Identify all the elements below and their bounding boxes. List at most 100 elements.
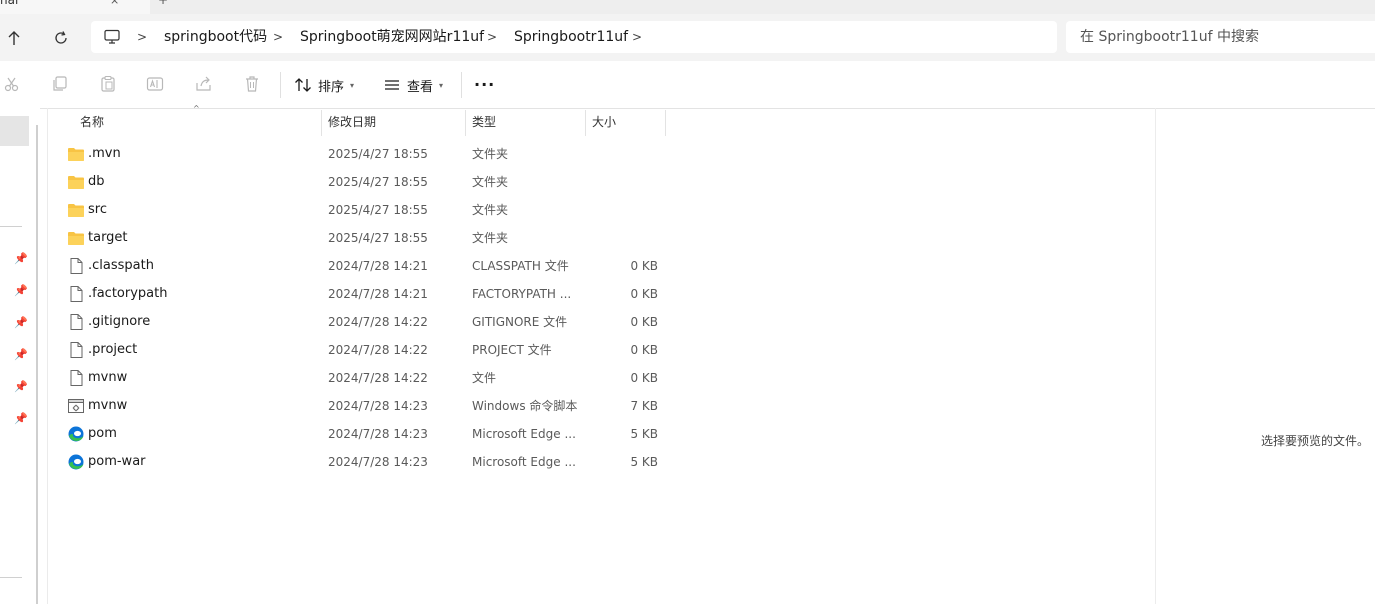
tab-strip: nal × + (0, 0, 1375, 14)
address-bar[interactable]: > springboot代码 > Springboot萌宠网网站r11uf > … (91, 21, 1057, 53)
file-row[interactable]: src 2025/4/27 18:55 文件夹 (60, 196, 670, 224)
file-type: Microsoft Edge ... (472, 455, 576, 469)
address-bar-row: > springboot代码 > Springboot萌宠网网站r11uf > … (0, 14, 1375, 61)
file-row[interactable]: pom 2024/7/28 14:23 Microsoft Edge ... 5… (60, 420, 670, 448)
column-header-modified[interactable]: 修改日期 (328, 108, 376, 136)
file-name: pom-war (88, 454, 146, 469)
file-name: .mvn (88, 146, 121, 161)
edge-icon (68, 426, 84, 442)
file-row[interactable]: mvnw 2024/7/28 14:23 Windows 命令脚本 7 KB (60, 392, 670, 420)
file-row[interactable]: .factorypath 2024/7/28 14:21 FACTORYPATH… (60, 280, 670, 308)
sort-ascending-icon: ^ (193, 104, 200, 113)
preview-empty-text: 选择要预览的文件。 (1261, 434, 1370, 448)
file-name: db (88, 174, 105, 189)
file-modified: 2024/7/28 14:22 (328, 315, 428, 329)
share-icon[interactable] (192, 72, 216, 96)
file-modified: 2024/7/28 14:22 (328, 343, 428, 357)
chevron-down-icon: ▾ (439, 80, 444, 90)
file-name: mvnw (88, 398, 128, 413)
folder-icon (68, 176, 84, 189)
file-size: 0 KB (630, 315, 658, 329)
edge-icon (68, 454, 84, 470)
column-divider[interactable] (321, 110, 322, 136)
file-row[interactable]: .project 2024/7/28 14:22 PROJECT 文件 0 KB (60, 336, 670, 364)
cut-icon[interactable] (0, 72, 24, 96)
pin-icon[interactable]: 📌 (14, 412, 28, 425)
file-type: 文件 (472, 371, 497, 385)
file-row[interactable]: pom-war 2024/7/28 14:23 Microsoft Edge .… (60, 448, 670, 476)
view-icon (385, 80, 399, 90)
file-row[interactable]: mvnw 2024/7/28 14:22 文件 0 KB (60, 364, 670, 392)
file-row[interactable]: db 2025/4/27 18:55 文件夹 (60, 168, 670, 196)
copy-icon[interactable] (48, 72, 72, 96)
breadcrumb-item[interactable]: Springbootr11uf (514, 21, 628, 53)
file-type: GITIGNORE 文件 (472, 315, 568, 329)
view-button[interactable]: 查看 ▾ (383, 71, 443, 99)
file-modified: 2025/4/27 18:55 (328, 175, 428, 189)
file-size: 0 KB (630, 343, 658, 357)
breadcrumb-item[interactable]: springboot代码 (164, 21, 267, 53)
chevron-right-icon[interactable]: > (487, 21, 497, 53)
file-type: Microsoft Edge ... (472, 427, 576, 441)
search-box[interactable] (1066, 21, 1375, 53)
pin-icon[interactable]: 📌 (14, 348, 28, 361)
file-icon (70, 286, 83, 302)
file-size: 5 KB (630, 427, 658, 441)
refresh-icon (55, 30, 67, 44)
file-icon (70, 342, 83, 358)
file-row[interactable]: .mvn 2025/4/27 18:55 文件夹 (60, 140, 670, 168)
file-type: 文件夹 (472, 147, 509, 161)
file-modified: 2024/7/28 14:22 (328, 371, 428, 385)
delete-icon[interactable] (240, 72, 264, 96)
sort-button[interactable]: 排序 ▾ (294, 71, 354, 99)
new-tab-button[interactable]: + (158, 0, 168, 7)
column-header-type[interactable]: 类型 (472, 108, 496, 136)
file-row[interactable]: .classpath 2024/7/28 14:21 CLASSPATH 文件 … (60, 252, 670, 280)
column-header-name[interactable]: 名称 (80, 108, 104, 136)
nav-divider (0, 226, 22, 227)
tab-current[interactable]: nal × (0, 0, 150, 14)
chevron-right-icon[interactable]: > (632, 21, 642, 53)
file-modified: 2024/7/28 14:21 (328, 259, 428, 273)
more-options-button[interactable]: ··· (474, 75, 495, 94)
file-modified: 2025/4/27 18:55 (328, 231, 428, 245)
file-modified: 2024/7/28 14:23 (328, 427, 428, 441)
paste-icon[interactable] (96, 72, 120, 96)
preview-pane-divider[interactable] (1155, 108, 1156, 604)
chevron-right-icon[interactable]: > (273, 21, 283, 53)
chevron-right-icon[interactable]: > (137, 21, 147, 53)
file-modified: 2025/4/27 18:55 (328, 203, 428, 217)
search-input[interactable] (1066, 21, 1375, 53)
column-divider[interactable] (585, 110, 586, 136)
breadcrumb-item[interactable]: Springboot萌宠网网站r11uf (300, 21, 484, 53)
column-divider[interactable] (665, 110, 666, 136)
nav-item-selected[interactable] (0, 116, 29, 146)
computer-icon[interactable] (103, 28, 121, 50)
refresh-button[interactable] (47, 14, 75, 61)
file-icon (70, 258, 83, 274)
file-row[interactable]: .gitignore 2024/7/28 14:22 GITIGNORE 文件 … (60, 308, 670, 336)
folder-icon (68, 204, 84, 217)
pin-icon[interactable]: 📌 (14, 284, 28, 297)
column-header-size[interactable]: 大小 (592, 108, 616, 136)
file-name: .gitignore (88, 314, 151, 329)
nav-divider (0, 577, 22, 578)
file-size: 5 KB (630, 455, 658, 469)
navigation-pane-scrollbar[interactable] (36, 125, 38, 604)
file-type: PROJECT 文件 (472, 343, 552, 357)
column-divider[interactable] (465, 110, 466, 136)
file-modified: 2024/7/28 14:23 (328, 399, 428, 413)
file-row[interactable]: target 2025/4/27 18:55 文件夹 (60, 224, 670, 252)
pin-icon[interactable]: 📌 (14, 316, 28, 329)
file-modified: 2024/7/28 14:23 (328, 455, 428, 469)
tab-close-button[interactable]: × (110, 0, 119, 7)
pin-icon[interactable]: 📌 (14, 380, 28, 393)
rename-icon[interactable] (143, 72, 167, 96)
file-type: 文件夹 (472, 203, 509, 217)
up-button[interactable] (0, 14, 28, 61)
tab-label: nal (0, 0, 19, 7)
file-type: 文件夹 (472, 175, 509, 189)
command-toolbar: 排序 ▾ 查看 ▾ ··· (0, 61, 1375, 109)
pin-icon[interactable]: 📌 (14, 252, 28, 265)
chevron-down-icon: ▾ (350, 80, 355, 90)
